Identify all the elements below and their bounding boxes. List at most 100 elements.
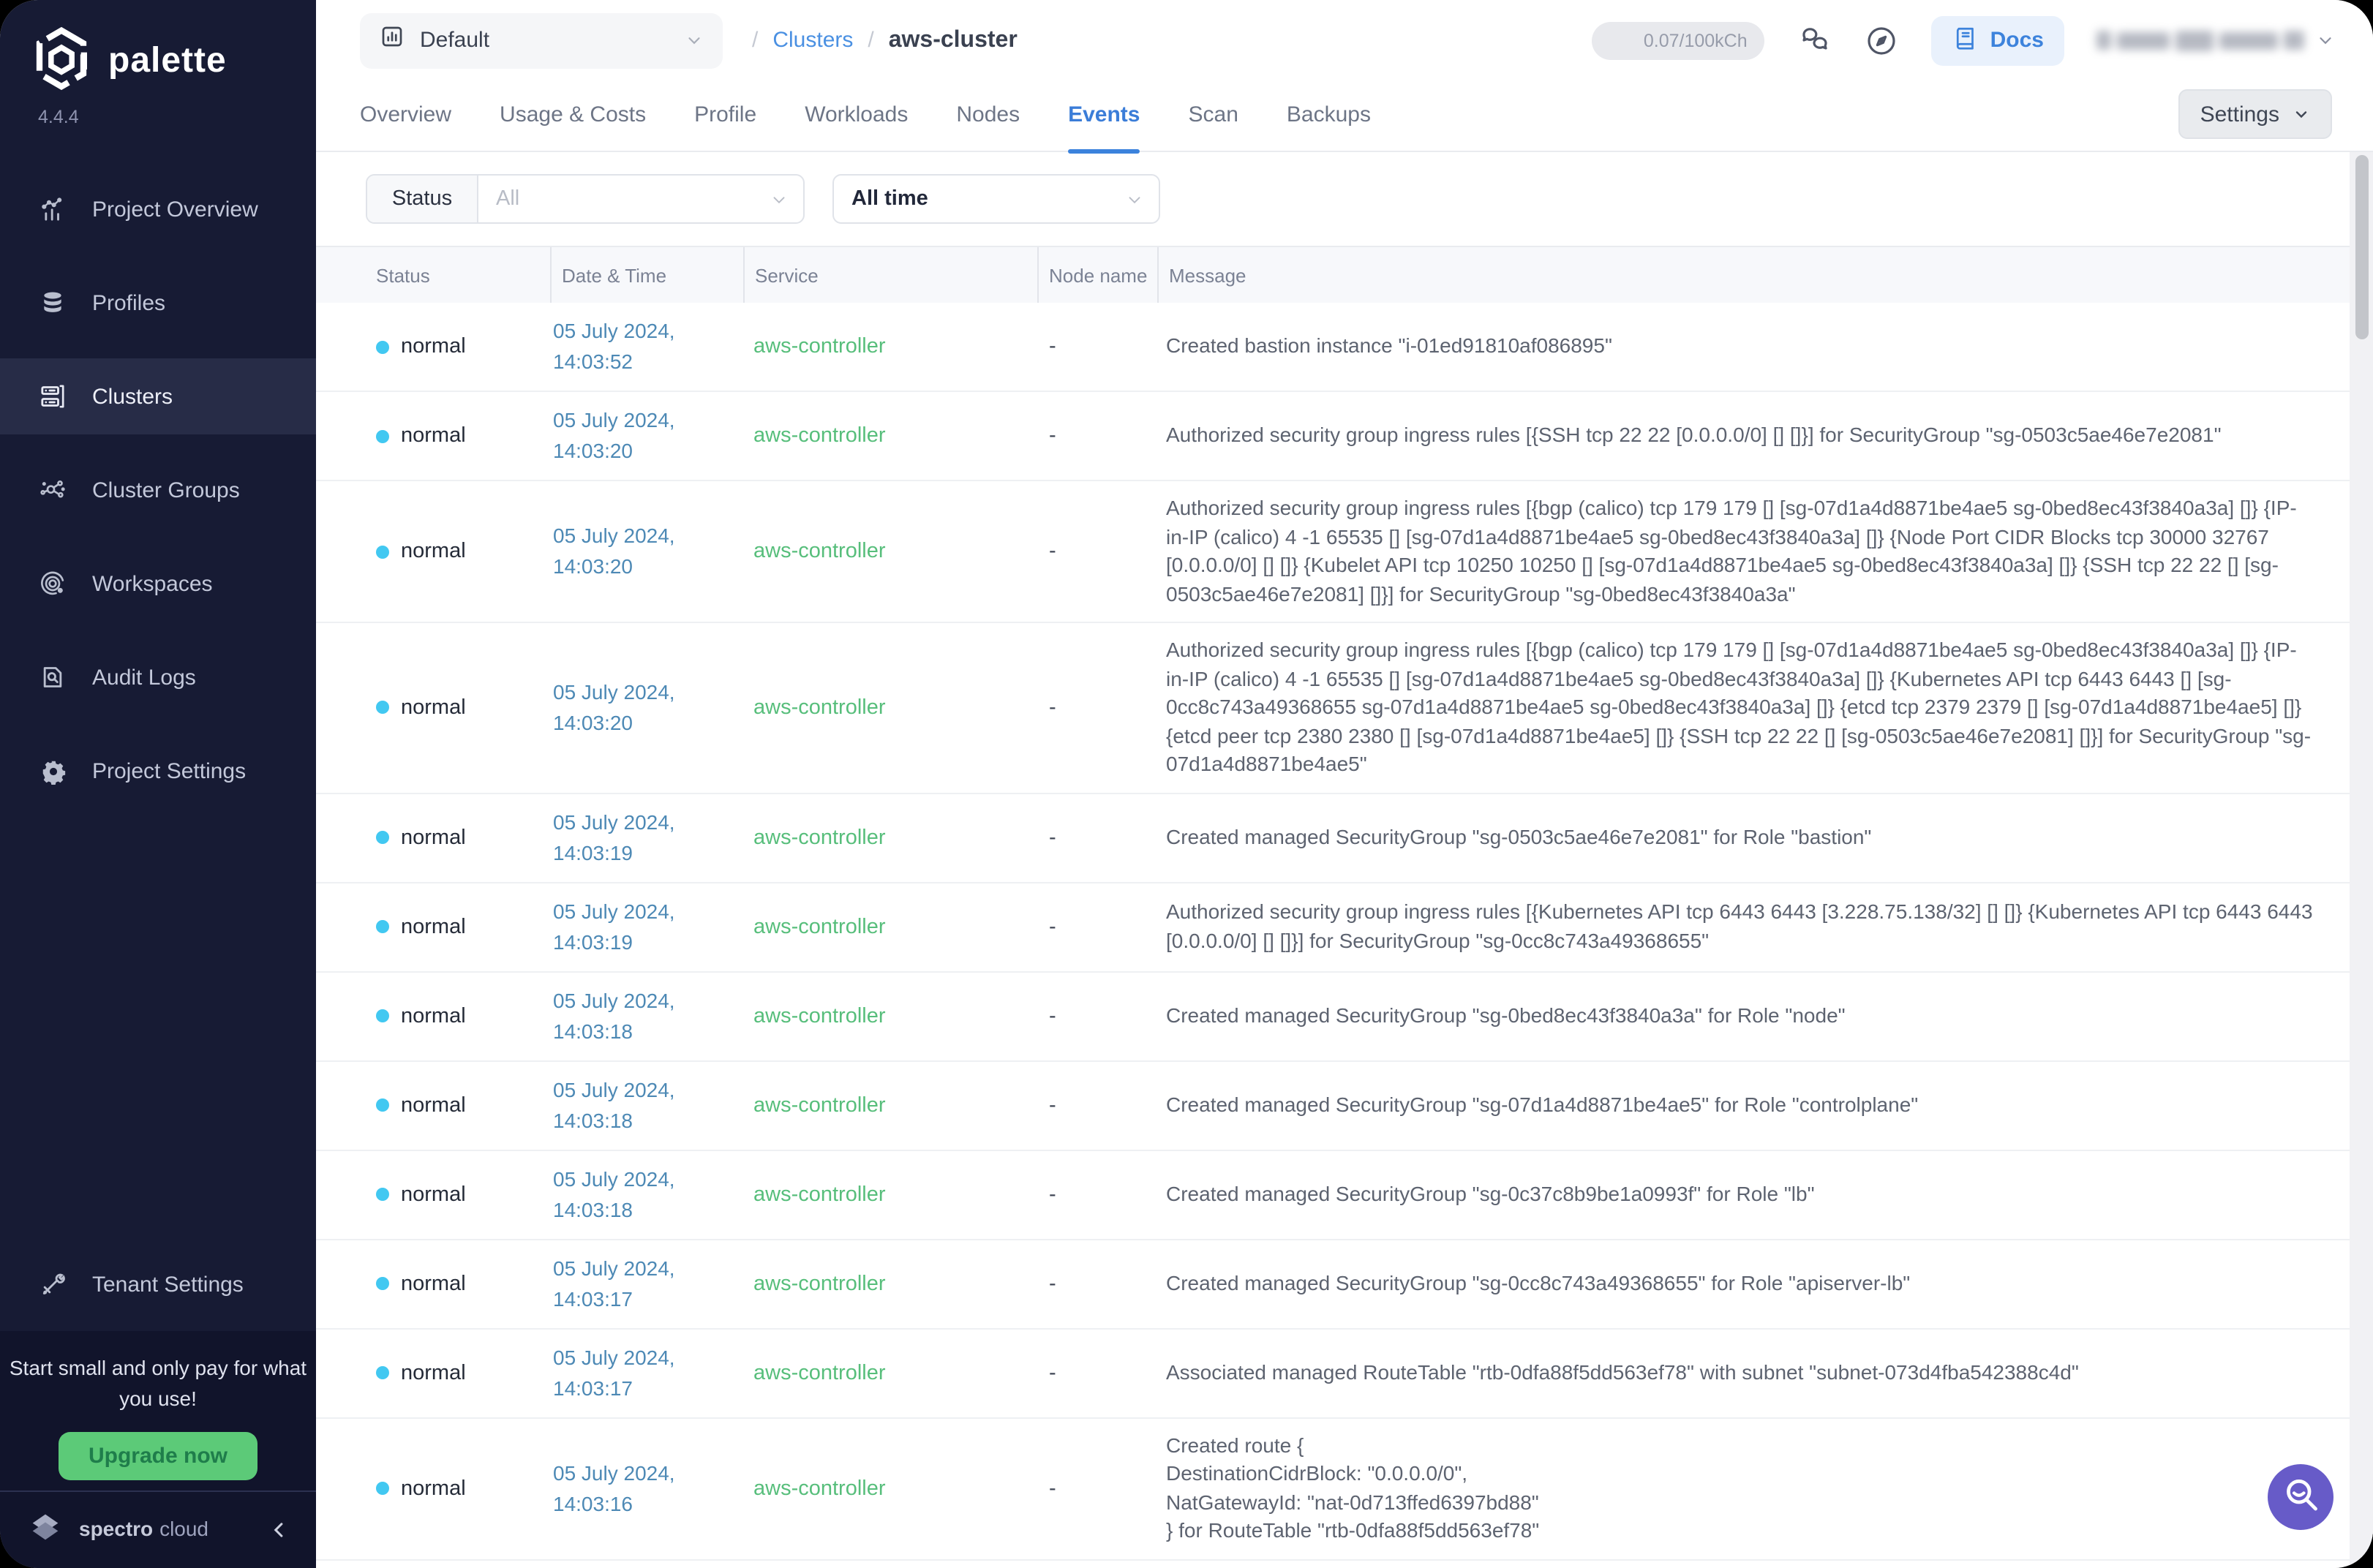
node-name-cell: - [1037,1093,1157,1117]
node-name-cell: - [1037,1272,1157,1295]
table-row: normal 05 July 2024, 14:03:19 aws-contro… [316,794,2373,883]
sidebar-item-audit-logs[interactable]: Audit Logs [0,639,316,715]
docs-button[interactable]: Docs [1932,15,2064,65]
docs-label: Docs [1990,28,2044,53]
status-label: normal [401,1272,466,1295]
datetime-cell: 05 July 2024, 14:03:20 [550,521,743,582]
status-label: normal [401,424,466,448]
status-label: normal [401,915,466,938]
server-icon [38,382,67,411]
status-filter[interactable]: Status All [366,174,805,224]
tab-backups[interactable]: Backups [1287,80,1371,152]
collapse-sidebar-icon[interactable] [269,1520,290,1540]
status-filter-value: All [478,176,770,222]
tab-profile[interactable]: Profile [694,80,756,152]
table-row: normal 05 July 2024, 14:03:20 aws-contro… [316,481,2373,623]
status-label: normal [401,335,466,358]
status-dot [376,1277,389,1290]
sidebar-item-label: Tenant Settings [92,1272,244,1297]
settings-button[interactable]: Settings [2178,89,2332,139]
node-name-cell: - [1037,1361,1157,1384]
breadcrumb-link-clusters[interactable]: Clusters [772,28,853,53]
project-selector[interactable]: Default [360,12,723,68]
message-cell: Authorized security group ingress rules … [1157,898,2314,955]
status-cell: normal [366,1093,550,1117]
status-dot [376,545,389,558]
service-cell: aws-controller [743,1183,1037,1206]
filters-row: Status All All time [316,152,2373,247]
status-dot [376,920,389,933]
time-range-filter[interactable]: All time [832,174,1160,224]
tab-overview[interactable]: Overview [360,80,451,152]
status-cell: normal [366,1477,550,1500]
message-cell: Created bastion instance "i-01ed91810af0… [1157,333,2314,361]
status-label: normal [401,826,466,849]
datetime-cell: 05 July 2024, 14:03:16 [550,1458,743,1519]
app-version: 4.4.4 [38,107,316,127]
help-search-button[interactable] [2268,1464,2333,1530]
bar-chart-icon [38,195,67,224]
chevron-down-icon [2293,105,2310,123]
sidebar-item-project-overview[interactable]: Project Overview [0,171,316,247]
usage-meter[interactable]: 0.07/100kCh [1592,21,1765,59]
book-icon [1952,24,1979,56]
status-cell: normal [366,1183,550,1206]
sidebar-item-clusters[interactable]: Clusters [0,358,316,434]
tools-icon [38,1270,67,1299]
status-dot [376,1188,389,1201]
table-row: normal 05 July 2024, 14:03:19 aws-contro… [316,883,2373,972]
message-cell: Associated managed RouteTable "rtb-0dfa8… [1157,1359,2314,1387]
chevron-down-icon [770,176,789,222]
column-header-service: Service [743,247,1037,303]
tab-workloads[interactable]: Workloads [805,80,908,152]
tab-events[interactable]: Events [1068,80,1140,152]
message-cell: Authorized security group ingress rules … [1157,494,2314,608]
breadcrumb-current: aws-cluster [889,27,1018,53]
sidebar-footer: spectro cloud [0,1490,316,1568]
project-selector-value: Default [420,28,489,53]
status-filter-label: Status [367,176,478,222]
datetime-cell: 05 July 2024, 14:03:18 [550,1164,743,1225]
sidebar-item-project-settings[interactable]: Project Settings [0,733,316,809]
palette-hexagon-icon [32,26,91,97]
status-cell: normal [366,1004,550,1028]
status-cell: normal [366,696,550,720]
datetime-cell: 05 July 2024, 14:03:17 [550,1342,743,1403]
service-cell: aws-controller [743,1477,1037,1500]
compass-icon[interactable] [1865,23,1900,58]
datetime-cell: 05 July 2024, 14:03:18 [550,1074,743,1136]
service-cell: aws-controller [743,696,1037,720]
sidebar-item-profiles[interactable]: Profiles [0,265,316,341]
tab-nodes[interactable]: Nodes [956,80,1020,152]
tab-scan[interactable]: Scan [1189,80,1238,152]
sidebar-item-label: Profiles [92,290,165,315]
sidebar-item-workspaces[interactable]: Workspaces [0,546,316,622]
breadcrumb-separator: / [752,28,758,53]
events-content: Status All All time Status Date & Time S… [316,152,2373,1568]
gear-icon [38,756,67,785]
status-cell: normal [366,335,550,358]
service-cell: aws-controller [743,1361,1037,1384]
tab-usage-costs[interactable]: Usage & Costs [500,80,646,152]
palette-logo[interactable]: palette [0,0,316,94]
sidebar-item-cluster-groups[interactable]: Cluster Groups [0,452,316,528]
service-cell: aws-controller [743,915,1037,938]
node-name-cell: - [1037,335,1157,358]
table-row: normal 05 July 2024, 14:03:18 aws-contro… [316,972,2373,1061]
promo-text: Start small and only pay for what you us… [0,1353,316,1414]
message-cell: Created route { DestinationCidrBlock: "0… [1157,1431,2314,1545]
scrollbar-thumb[interactable] [2355,155,2369,339]
status-cell: normal [366,424,550,448]
chat-icon[interactable] [1797,23,1832,58]
datetime-cell: 05 July 2024, 14:03:20 [550,677,743,739]
status-cell: normal [366,915,550,938]
table-header: Status Date & Time Service Node name Mes… [316,247,2373,303]
upgrade-now-button[interactable]: Upgrade now [59,1432,257,1480]
datetime-cell: 05 July 2024, 14:03:17 [550,1253,743,1314]
sidebar-item-tenant-settings[interactable]: Tenant Settings [0,1246,316,1322]
sidebar-item-label: Cluster Groups [92,478,240,502]
project-chart-icon [379,23,405,57]
user-menu[interactable] [2096,30,2335,50]
status-label: normal [401,1477,466,1500]
service-cell: aws-controller [743,335,1037,358]
